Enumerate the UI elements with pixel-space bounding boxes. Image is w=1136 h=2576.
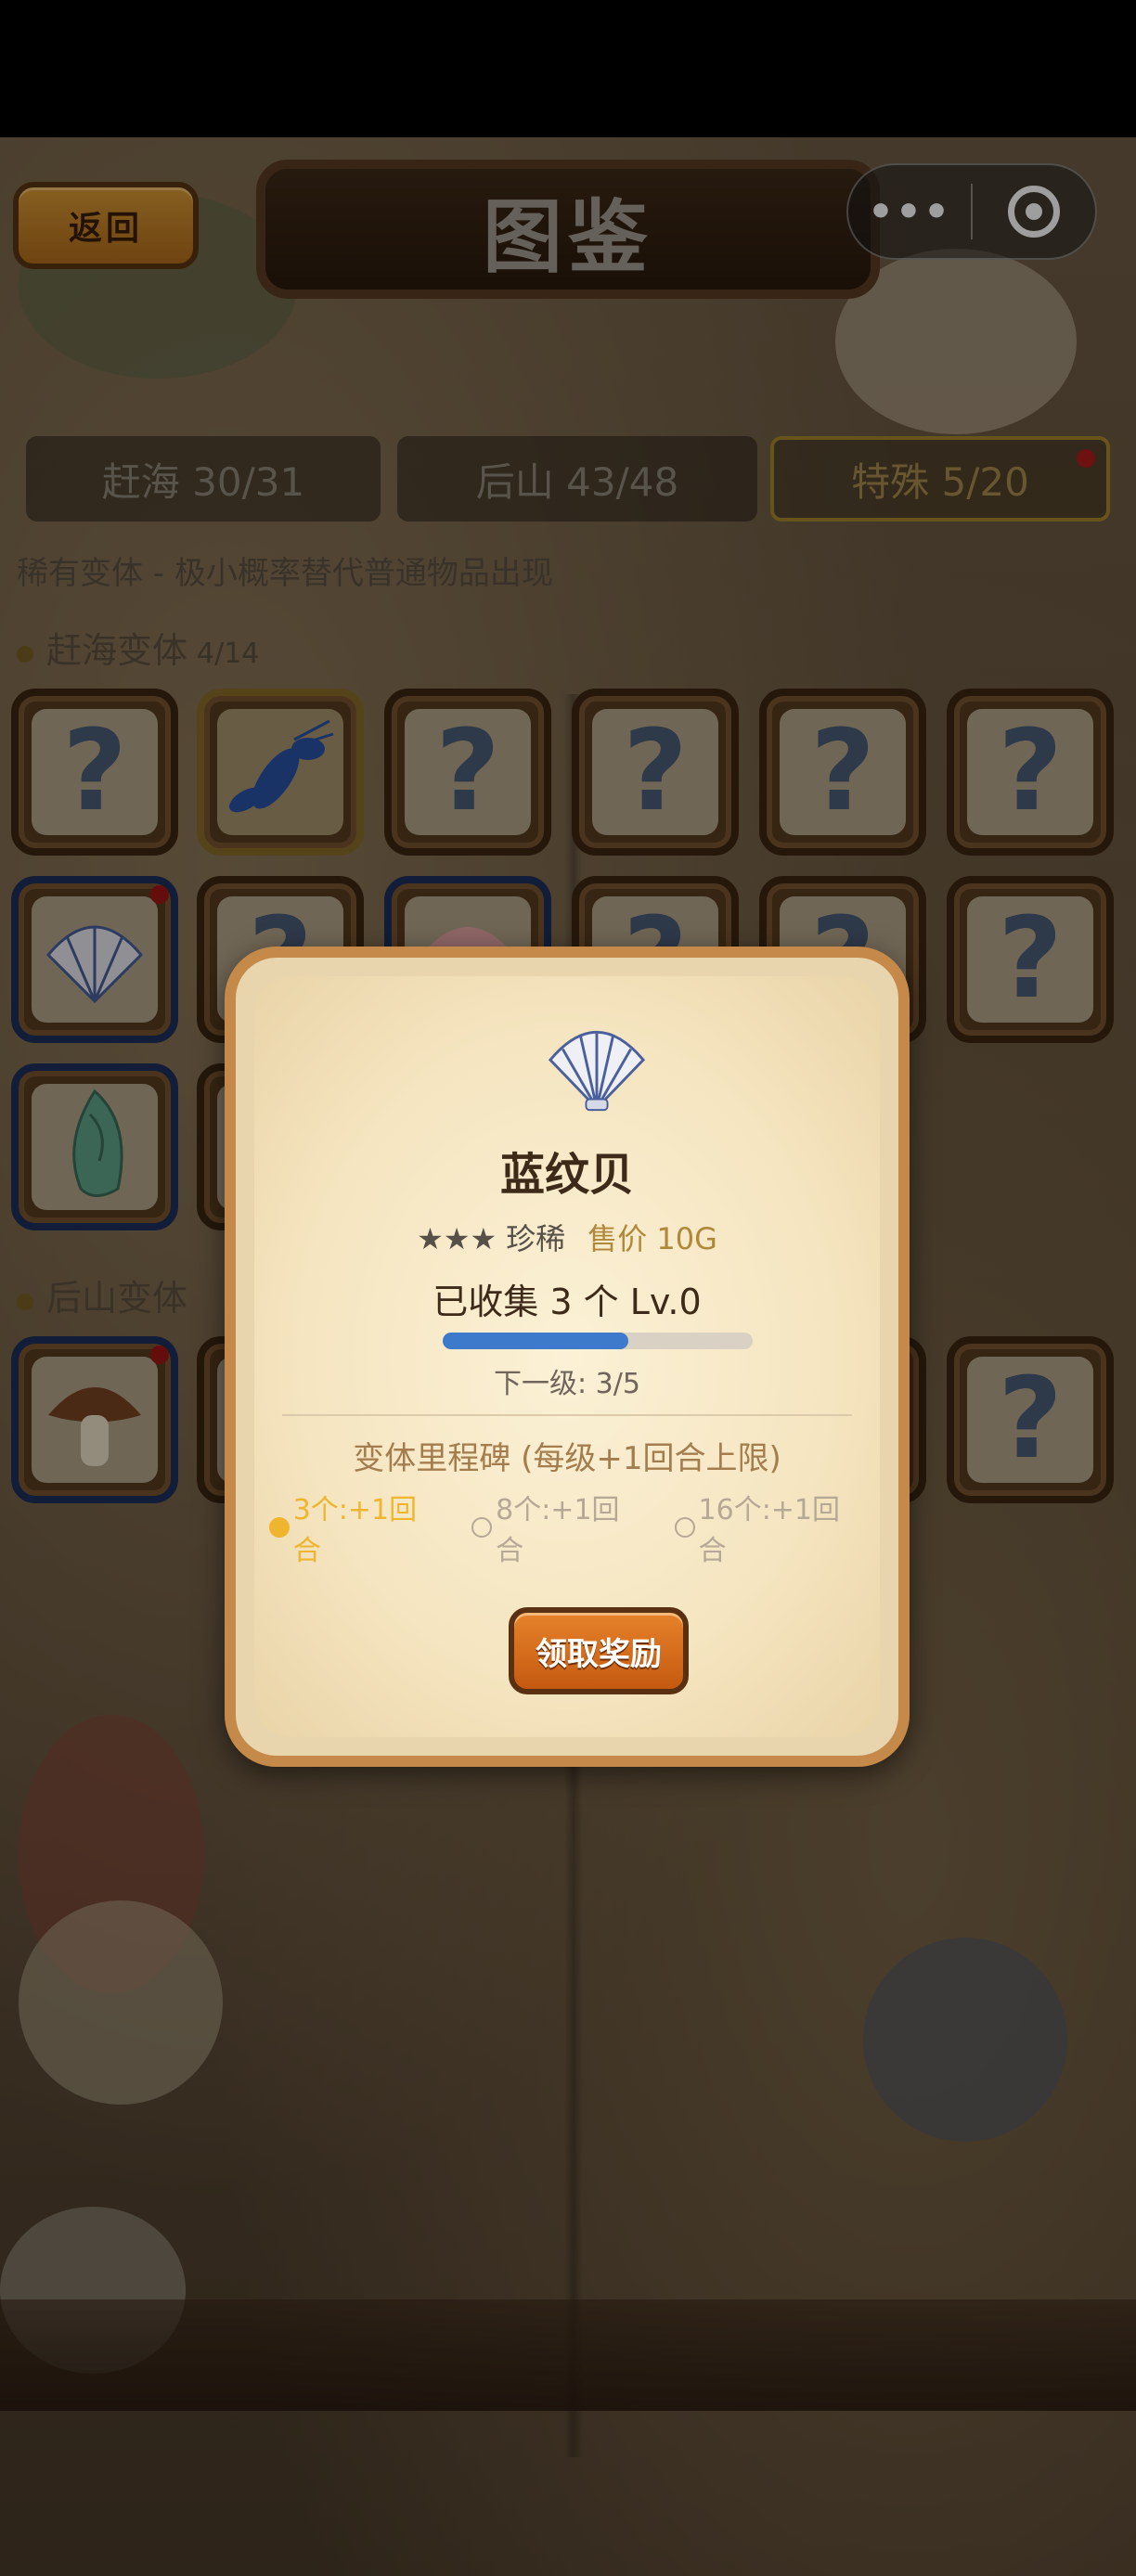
next-level-text: 下一级: 3/5 — [494, 1368, 640, 1400]
claim-reward-label: 领取奖励 — [536, 1635, 662, 1673]
milestone-label: 3个:+1回合 — [292, 1494, 418, 1567]
divider — [282, 1414, 852, 1416]
claim-reward-button[interactable]: 领取奖励 — [509, 1607, 689, 1694]
item-meta: ★★★ 珍稀 售价 10G — [254, 1216, 880, 1258]
milestone-list: 3个:+1回合 8个:+1回合 16个:+1回合 — [254, 1487, 880, 1568]
modal-panel: 蓝纹贝 ★★★ 珍稀 售价 10G 已收集 3 个 Lv.0 下一级: 3/5 变体… — [254, 976, 880, 1737]
milestone-item: 8个:+1回合 — [471, 1487, 644, 1568]
milestone-dot-icon — [471, 1517, 493, 1538]
milestone-label: 16个:+1回合 — [698, 1494, 841, 1567]
milestone-dot-icon — [674, 1517, 695, 1538]
item-detail-modal: 蓝纹贝 ★★★ 珍稀 售价 10G 已收集 3 个 Lv.0 下一级: 3/5 变体… — [225, 947, 910, 1767]
milestone-title: 变体里程碑 (每级+1回合上限) — [353, 1440, 781, 1477]
milestone-label: 8个:+1回合 — [496, 1494, 620, 1567]
rarity-label: 珍稀 — [506, 1221, 566, 1256]
rarity-stars: ★★★ — [417, 1221, 497, 1256]
level-progress-bar — [443, 1333, 753, 1349]
blue-pattern-shell-icon — [548, 1030, 646, 1112]
collected-count: 已收集 3 个 Lv.0 — [432, 1282, 702, 1322]
milestone-dot-icon — [269, 1517, 290, 1538]
item-name: 蓝纹贝 — [499, 1149, 634, 1201]
price-label: 售价 10G — [587, 1221, 717, 1256]
status-bar — [0, 0, 1136, 137]
milestone-item: 16个:+1回合 — [674, 1487, 865, 1568]
level-progress-fill — [443, 1333, 629, 1349]
milestone-item: 3个:+1回合 — [269, 1487, 442, 1568]
